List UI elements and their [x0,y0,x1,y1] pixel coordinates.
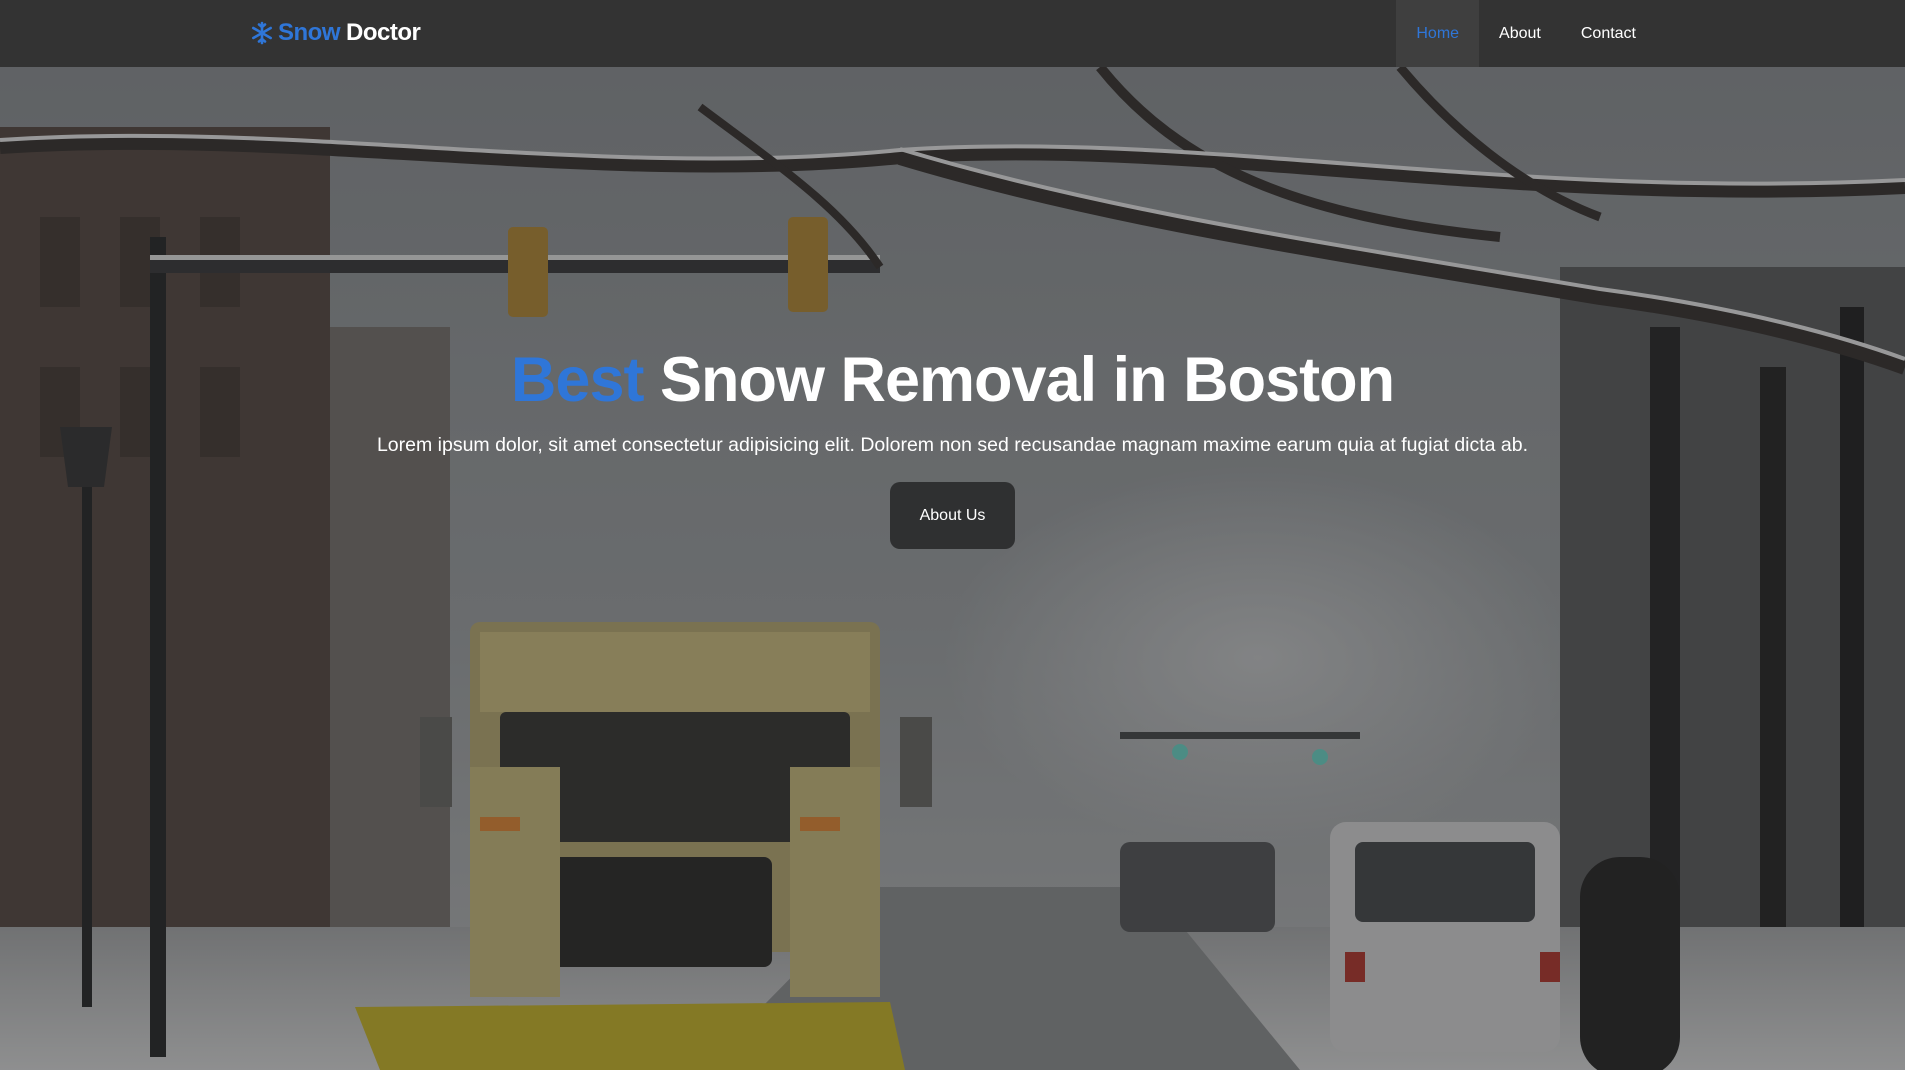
navbar: Snow Doctor Home About Contact [0,0,1905,67]
hero-subtitle: Lorem ipsum dolor, sit amet consectetur … [376,434,1529,456]
nav-item-about[interactable]: About [1479,0,1561,67]
snowflake-icon [251,21,273,45]
nav-menu: Home About Contact [1396,0,1656,67]
page: Snow Doctor Home About Contact Best Snow… [0,0,1905,1070]
hero-title: Best Snow Removal in Boston [0,340,1905,420]
brand-logo[interactable]: Snow Doctor [250,18,421,48]
hero-overlay [0,67,1905,1070]
hero-title-rest: Snow Removal in Boston [660,345,1395,415]
nav-item-contact[interactable]: Contact [1561,0,1656,67]
brand-word-snow: Snow [278,19,341,46]
about-us-button[interactable]: About Us [890,482,1015,549]
hero-title-accent: Best [510,345,645,415]
brand-word-doctor: Doctor [346,19,421,46]
nav-item-home[interactable]: Home [1396,0,1480,67]
hero-section: Best Snow Removal in Boston Lorem ipsum … [0,340,1905,549]
